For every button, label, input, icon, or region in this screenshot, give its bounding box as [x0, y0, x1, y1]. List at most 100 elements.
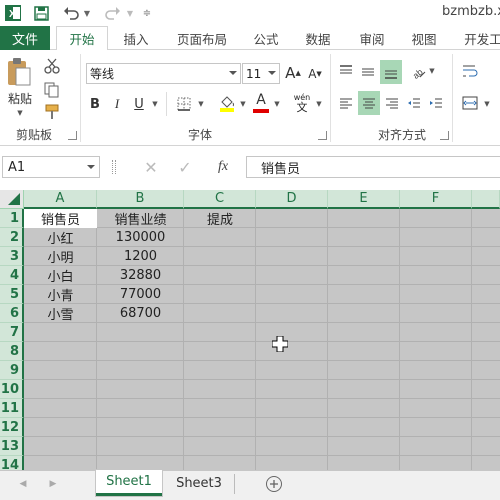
row-header-13[interactable]: 13: [0, 437, 24, 456]
cell-a6[interactable]: 小雪: [24, 304, 97, 323]
underline-dropdown-icon[interactable]: ▼: [150, 96, 160, 112]
fill-color-dropdown-icon[interactable]: ▼: [238, 96, 248, 112]
scroll-left-icon[interactable]: ◀: [16, 476, 30, 492]
align-right-icon[interactable]: [382, 92, 402, 114]
select-all-button[interactable]: [0, 190, 24, 209]
cut-icon[interactable]: [42, 56, 62, 76]
clipboard-launcher-icon[interactable]: [68, 131, 77, 140]
copy-icon[interactable]: [42, 80, 62, 100]
row-header-11[interactable]: 11: [0, 399, 24, 418]
save-icon[interactable]: [30, 3, 52, 23]
enter-icon[interactable]: ✓: [174, 157, 196, 177]
row-header-4[interactable]: 4: [0, 266, 24, 285]
row-header-1[interactable]: 1: [0, 209, 24, 228]
cell-b3[interactable]: 1200: [97, 247, 184, 266]
font-color-icon[interactable]: A: [252, 92, 270, 114]
align-top-icon[interactable]: [336, 60, 356, 82]
underline-button[interactable]: U: [130, 94, 148, 114]
cell-a3[interactable]: 小明: [24, 247, 97, 266]
sheet-tab-sheet1[interactable]: Sheet1: [96, 470, 162, 496]
cell-b4[interactable]: 32880: [97, 266, 184, 285]
row-header-10[interactable]: 10: [0, 380, 24, 399]
formula-input[interactable]: 销售员: [246, 156, 500, 178]
row-header-7[interactable]: 7: [0, 323, 24, 342]
cell-a4[interactable]: 小白: [24, 266, 97, 285]
column-header-a[interactable]: A: [24, 190, 97, 209]
increase-font-size-button[interactable]: A ▲: [284, 62, 302, 84]
chevron-down-icon[interactable]: [87, 165, 95, 169]
cancel-icon[interactable]: ✕: [140, 157, 162, 177]
row-header-3[interactable]: 3: [0, 247, 24, 266]
fill-color-icon[interactable]: [216, 92, 238, 114]
font-color-dropdown-icon[interactable]: ▼: [272, 96, 282, 112]
row-header-14[interactable]: 14: [0, 456, 24, 470]
cell-a1[interactable]: 销售员: [24, 209, 97, 228]
merge-center-icon[interactable]: [460, 92, 480, 114]
wrap-text-icon[interactable]: [460, 60, 480, 82]
redo-dropdown-icon[interactable]: ▼: [124, 3, 136, 23]
undo-dropdown-icon[interactable]: ▼: [81, 3, 93, 23]
tab-file[interactable]: 文件: [0, 26, 50, 50]
row-header-5[interactable]: 5: [0, 285, 24, 304]
format-painter-icon[interactable]: [42, 102, 62, 122]
tab-formulas[interactable]: 公式: [246, 26, 286, 50]
undo-icon[interactable]: [60, 3, 82, 23]
font-launcher-icon[interactable]: [318, 131, 327, 140]
cell-c1[interactable]: 提成: [184, 209, 256, 228]
font-name-combo[interactable]: 等线: [86, 63, 241, 84]
merge-dropdown-icon[interactable]: ▼: [482, 96, 492, 112]
scroll-right-icon[interactable]: ▶: [46, 476, 60, 492]
sheet-tab-sheet3[interactable]: Sheet3: [166, 470, 232, 496]
tab-insert[interactable]: 插入: [114, 26, 158, 50]
cell-b6[interactable]: 68700: [97, 304, 184, 323]
add-sheet-icon[interactable]: [264, 474, 284, 494]
row-header-12[interactable]: 12: [0, 418, 24, 437]
column-header-e[interactable]: E: [328, 190, 400, 209]
name-box[interactable]: A1: [2, 156, 100, 178]
alignment-launcher-icon[interactable]: [440, 131, 449, 140]
font-size-combo[interactable]: 11: [242, 63, 280, 84]
paste-icon[interactable]: [4, 56, 34, 88]
paste-button[interactable]: 粘贴: [4, 90, 36, 106]
tab-view[interactable]: 视图: [404, 26, 444, 50]
align-bottom-icon[interactable]: [380, 60, 402, 84]
customize-qat-icon[interactable]: ≑: [140, 3, 154, 23]
orientation-icon[interactable]: ab: [408, 60, 428, 82]
phonetic-dropdown-icon[interactable]: ▼: [314, 96, 324, 112]
column-header-c[interactable]: C: [184, 190, 256, 209]
orientation-dropdown-icon[interactable]: ▼: [428, 64, 436, 78]
cell-a5[interactable]: 小青: [24, 285, 97, 304]
column-header-g[interactable]: [472, 190, 500, 209]
phonetic-guide-icon[interactable]: wén 文: [290, 93, 314, 115]
tab-home[interactable]: 开始: [56, 26, 108, 51]
row-header-6[interactable]: 6: [0, 304, 24, 323]
italic-button[interactable]: I: [108, 94, 126, 114]
redo-icon[interactable]: [102, 3, 124, 23]
borders-icon[interactable]: [174, 94, 194, 114]
decrease-indent-icon[interactable]: [404, 92, 424, 114]
cell-b2[interactable]: 130000: [97, 228, 184, 247]
align-center-icon[interactable]: [358, 91, 380, 115]
align-left-icon[interactable]: [336, 92, 356, 114]
row-header-8[interactable]: 8: [0, 342, 24, 361]
column-header-b[interactable]: B: [97, 190, 184, 209]
bold-button[interactable]: B: [86, 94, 104, 114]
formula-bar-grip[interactable]: [112, 160, 116, 174]
insert-function-button[interactable]: fx: [212, 157, 234, 177]
row-header-9[interactable]: 9: [0, 361, 24, 380]
cell-b5[interactable]: 77000: [97, 285, 184, 304]
tab-review[interactable]: 审阅: [350, 26, 394, 50]
tab-developer[interactable]: 开发工: [458, 26, 500, 50]
increase-indent-icon[interactable]: [426, 92, 446, 114]
cell-b1[interactable]: 销售业绩: [97, 209, 184, 228]
worksheet-grid[interactable]: ABCDEF 1 2 3 4 5 6 7 8 9 10 11 12 13 14 销售业绩 提成 小红 13000…: [0, 190, 500, 470]
cell-a2[interactable]: 小红: [24, 228, 97, 247]
borders-dropdown-icon[interactable]: ▼: [196, 96, 206, 112]
row-header-2[interactable]: 2: [0, 228, 24, 247]
column-header-d[interactable]: D: [256, 190, 328, 209]
paste-dropdown-icon[interactable]: ▼: [14, 108, 26, 118]
column-header-f[interactable]: F: [400, 190, 472, 209]
tab-page-layout[interactable]: 页面布局: [170, 26, 234, 50]
decrease-font-size-button[interactable]: A ▼: [306, 64, 324, 84]
align-middle-icon[interactable]: [358, 60, 378, 82]
